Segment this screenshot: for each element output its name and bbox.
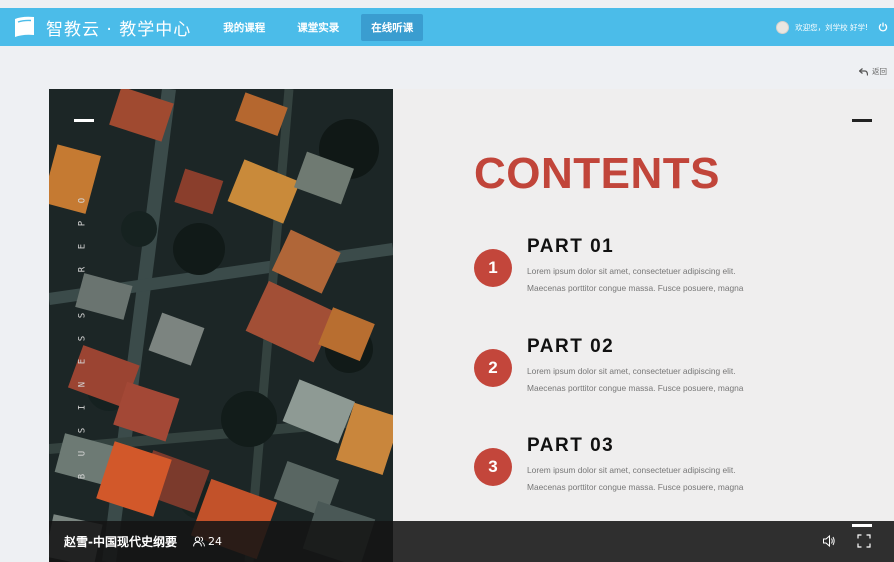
viewer-count: 24 xyxy=(207,535,222,548)
vertical-char: E xyxy=(77,358,88,365)
vertical-side-text: O P E R S S E N I S U B xyxy=(75,189,91,488)
part-item: 3 PART 03 Lorem ipsum dolor sit amet, co… xyxy=(474,435,804,505)
top-nav-bar: 智教云 · 教学中心 我的课程 课堂实录 在线听课 欢迎您，刘学校 好学! xyxy=(0,8,894,46)
avatar[interactable] xyxy=(776,20,790,34)
slide-dash-bottom-right xyxy=(852,524,872,527)
slide-viewer[interactable]: O P E R S S E N I S U B CONTENTS 1 PART 01 Lorem i… xyxy=(49,89,894,562)
part-description-line-1: Lorem ipsum dolor sit amet, consectetuer… xyxy=(527,366,736,376)
app-logo[interactable]: 智教云 · 教学中心 xyxy=(12,14,191,40)
volume-icon[interactable] xyxy=(822,534,836,548)
vertical-char: U xyxy=(77,450,88,457)
power-icon[interactable] xyxy=(878,22,888,32)
vertical-char: E xyxy=(77,243,88,250)
slide-dash-left xyxy=(74,119,94,122)
part-title: PART 01 xyxy=(527,236,615,257)
vertical-char: S xyxy=(77,427,88,434)
slide-title: CONTENTS xyxy=(474,149,720,198)
vertical-char xyxy=(72,285,95,301)
viewer-count-group: 24 xyxy=(193,535,222,548)
vertical-char: R xyxy=(77,266,88,273)
vertical-char: N xyxy=(77,381,88,388)
vertical-char: I xyxy=(77,404,88,411)
part-number-badge: 1 xyxy=(474,249,512,287)
back-label: 返回 xyxy=(872,67,887,76)
slide-dash-right xyxy=(852,119,872,122)
part-title: PART 02 xyxy=(527,336,615,357)
app-title: 智教云 · 教学中心 xyxy=(46,19,192,40)
vertical-char: P xyxy=(77,220,88,227)
back-button[interactable]: 返回 xyxy=(859,66,887,77)
vertical-char: O xyxy=(77,197,88,204)
nav-class-recordings[interactable]: 课堂实录 xyxy=(287,14,349,41)
main-nav: 我的课程 课堂实录 在线听课 xyxy=(213,13,435,41)
part-description-line-2: Maecenas porttitor congue massa. Fusce p… xyxy=(527,482,744,492)
user-area: 欢迎您，刘学校 好学! xyxy=(776,8,888,46)
nav-my-courses[interactable]: 我的课程 xyxy=(213,14,275,41)
vertical-char: S xyxy=(77,312,88,319)
aerial-rooftops-photo: O P E R S S E N I S U B xyxy=(49,89,393,562)
part-description-line-1: Lorem ipsum dolor sit amet, consectetuer… xyxy=(527,266,736,276)
part-number-badge: 3 xyxy=(474,448,512,486)
book-logo-icon xyxy=(15,16,34,37)
rooftops-illustration xyxy=(49,89,393,562)
fullscreen-icon[interactable] xyxy=(857,534,871,548)
part-item: 2 PART 02 Lorem ipsum dolor sit amet, co… xyxy=(474,336,804,406)
player-control-bar: 赵雪-中国现代史纲要 24 xyxy=(49,521,894,562)
part-item: 1 PART 01 Lorem ipsum dolor sit amet, co… xyxy=(474,236,804,306)
part-number-badge: 2 xyxy=(474,349,512,387)
users-icon xyxy=(193,536,205,547)
welcome-text: 欢迎您，刘学校 好学! xyxy=(795,22,868,32)
part-description-line-2: Maecenas porttitor congue massa. Fusce p… xyxy=(527,383,744,393)
course-title: 赵雪-中国现代史纲要 xyxy=(64,535,177,549)
part-title: PART 03 xyxy=(527,435,615,456)
back-arrow-icon xyxy=(859,67,868,76)
vertical-char: S xyxy=(77,335,88,342)
nav-online-lectures[interactable]: 在线听课 xyxy=(361,13,424,41)
part-description-line-1: Lorem ipsum dolor sit amet, consectetuer… xyxy=(527,465,736,475)
part-description-line-2: Maecenas porttitor congue massa. Fusce p… xyxy=(527,283,744,293)
vertical-char: B xyxy=(77,473,88,480)
